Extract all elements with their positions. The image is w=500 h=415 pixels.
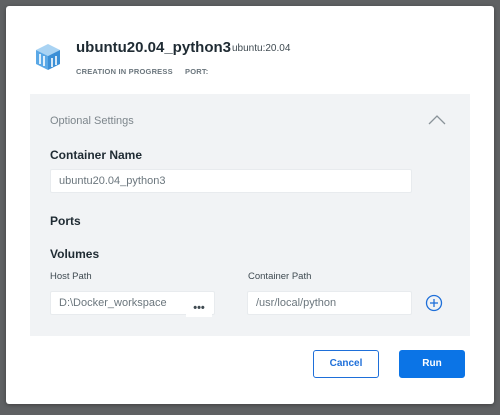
cancel-button[interactable]: Cancel (313, 350, 379, 378)
image-tag: ubuntu:20.04 (232, 43, 291, 54)
port-label: PORT: (185, 67, 209, 76)
volumes-label: Volumes (50, 247, 100, 261)
run-button[interactable]: Run (399, 350, 465, 378)
container-name-label: Container Name (50, 148, 143, 162)
browse-button[interactable]: ••• (186, 303, 212, 317)
run-container-dialog: ubuntu20.04_python3 ubuntu:20.04 CREATIO… (6, 6, 494, 404)
host-path-label: Host Path (50, 271, 92, 282)
container-path-input[interactable]: /usr/local/python (247, 291, 412, 315)
optional-settings-panel: Optional Settings Container Name ubuntu2… (30, 94, 470, 336)
container-name-input[interactable]: ubuntu20.04_python3 (50, 169, 412, 193)
plus-circle-icon[interactable] (424, 293, 444, 313)
container-path-label: Container Path (248, 271, 312, 282)
ports-label: Ports (50, 214, 81, 228)
container-icon (36, 44, 60, 70)
optional-settings-title: Optional Settings (50, 115, 134, 127)
chevron-up-icon[interactable] (427, 114, 447, 126)
status-label: CREATION IN PROGRESS (76, 67, 173, 76)
container-title: ubuntu20.04_python3 (76, 39, 232, 56)
